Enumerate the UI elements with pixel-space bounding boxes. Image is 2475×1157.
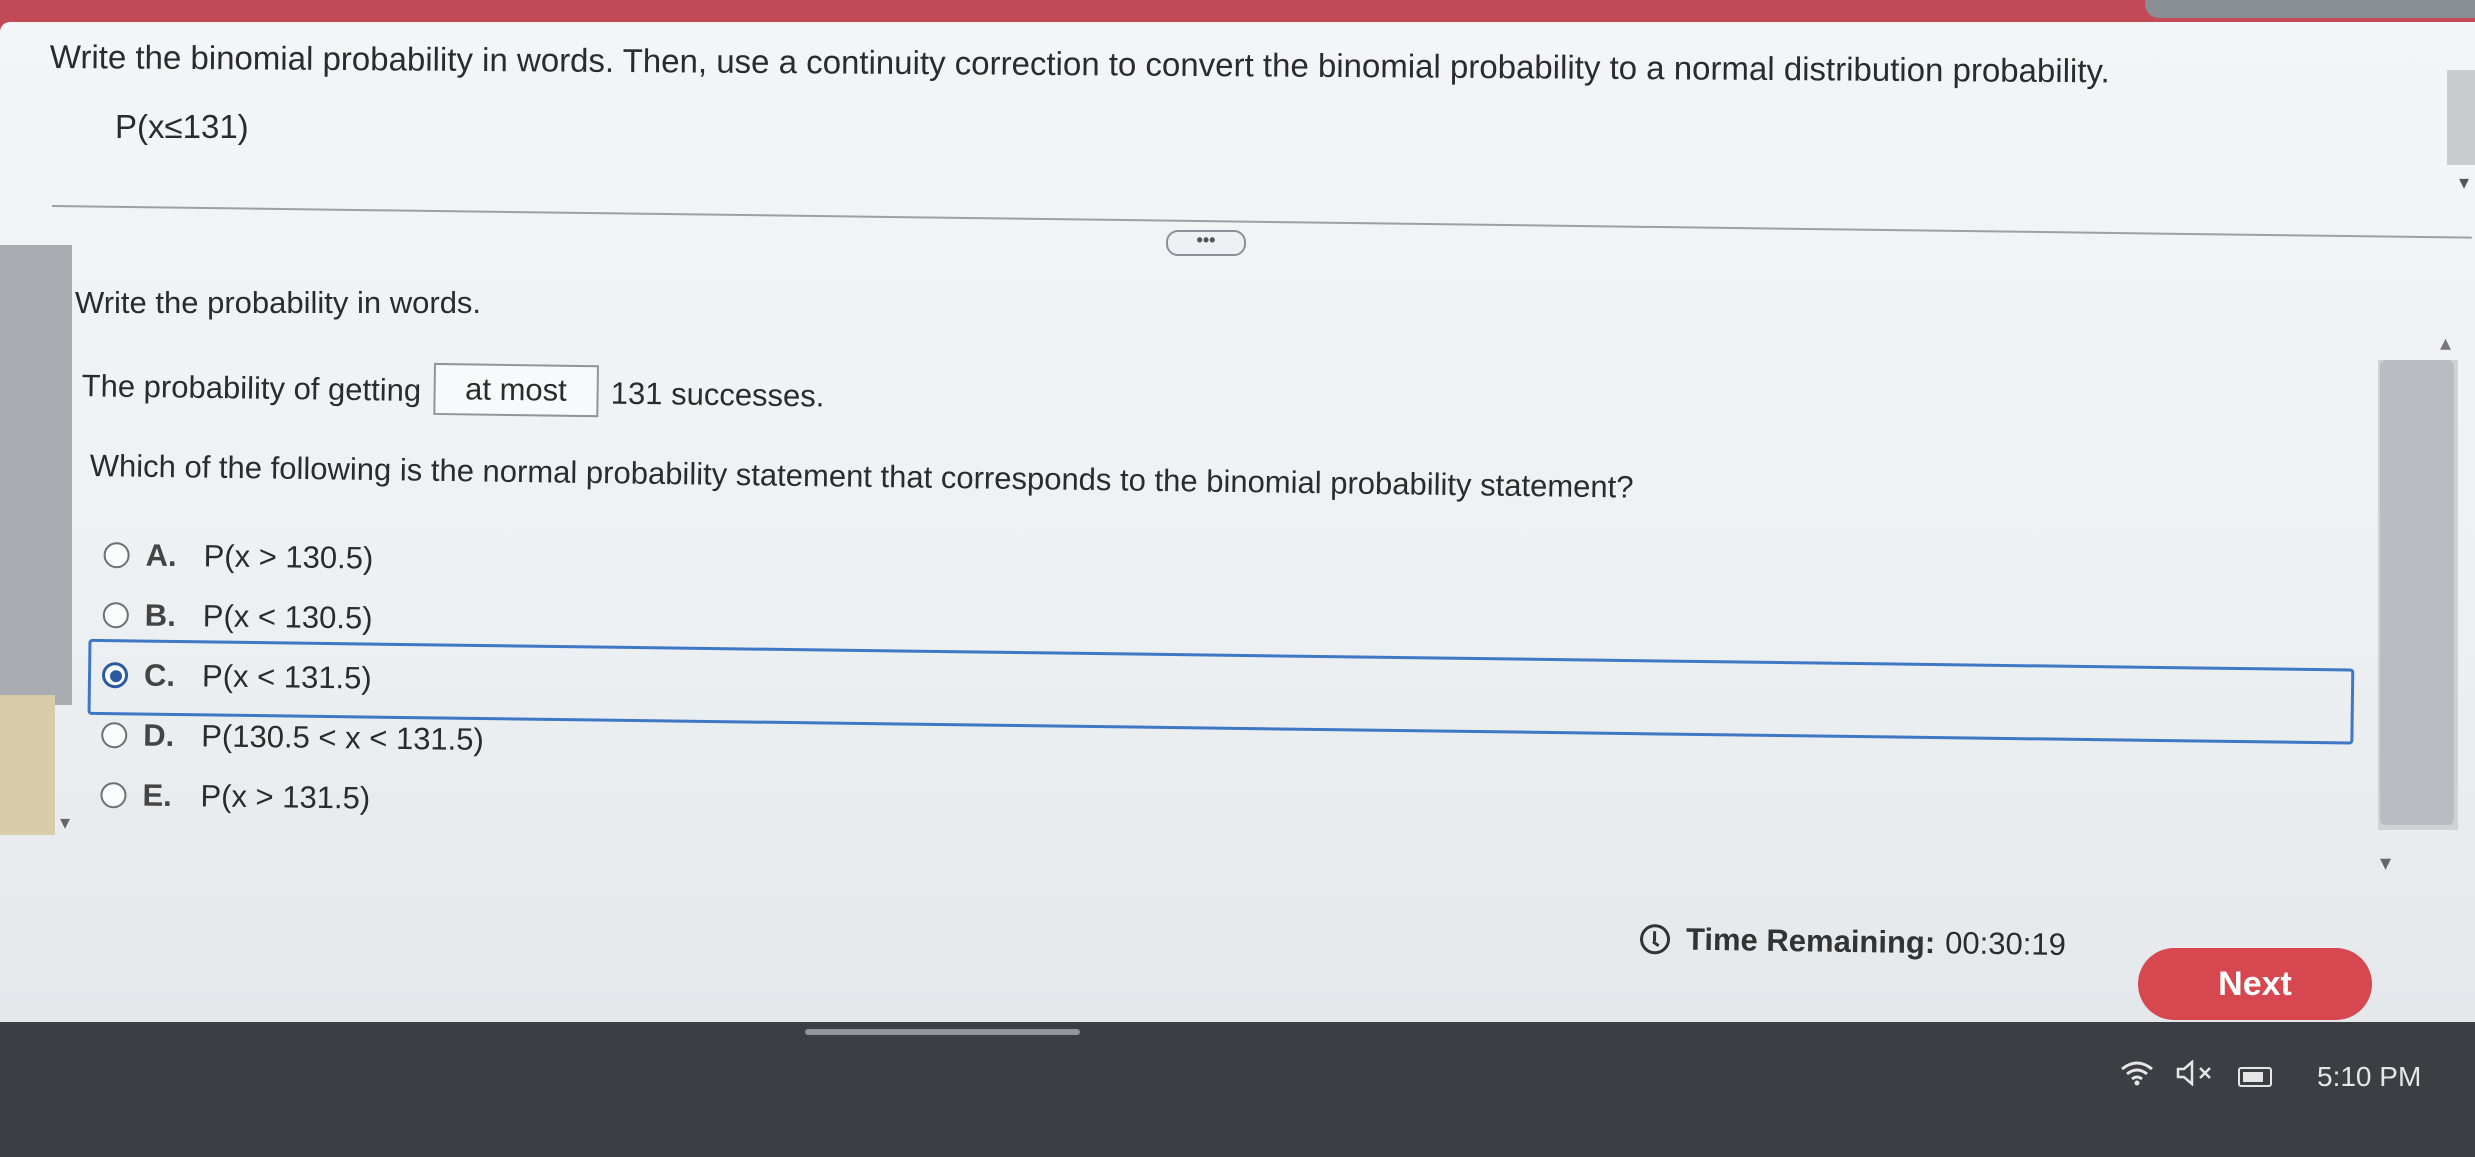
option-text: P(130.5 < x < 131.5) (201, 718, 485, 758)
os-taskbar (0, 1022, 2475, 1157)
system-tray: 5:10 PM (2120, 1059, 2443, 1093)
timer-label: Time Remaining: (1685, 921, 1936, 961)
option-letter: E. (142, 777, 172, 813)
mcq-options: A. P(x > 130.5) B. P(x < 130.5) C. P(x <… (87, 525, 2400, 855)
right-edge-strip (2447, 70, 2475, 165)
words-instruction: Write the probability in words. (75, 285, 482, 320)
expand-button[interactable]: ••• (1166, 230, 1246, 256)
time-remaining: Time Remaining: 00:30:19 (1639, 921, 2067, 963)
radio-icon[interactable] (101, 722, 128, 749)
top-right-cap (2145, 0, 2475, 18)
radio-icon[interactable] (103, 542, 130, 569)
radio-icon[interactable] (100, 782, 127, 809)
option-text: P(x > 130.5) (203, 538, 374, 576)
wifi-icon[interactable] (2120, 1060, 2154, 1093)
clock-icon (1639, 924, 1671, 955)
binomial-expression: P(x≤131) (115, 108, 249, 145)
sentence-suffix: 131 successes. (610, 375, 825, 414)
speaker-muted-icon[interactable] (2176, 1059, 2216, 1093)
answer-dropdown[interactable]: at most (432, 362, 600, 418)
battery-icon[interactable] (2238, 1066, 2272, 1087)
option-text: P(x < 130.5) (202, 598, 373, 636)
left-tab[interactable] (0, 695, 55, 835)
clock-time[interactable]: 5:10 PM (2317, 1061, 2421, 1093)
radio-icon[interactable] (102, 602, 129, 629)
option-letter: A. (145, 537, 177, 574)
option-letter: D. (143, 717, 175, 753)
next-button[interactable]: Next (2138, 948, 2372, 1020)
right-edge-arrow-icon[interactable]: ▾ (2459, 170, 2469, 195)
question-panel (0, 22, 2475, 1022)
option-text: P(x > 131.5) (200, 778, 371, 816)
bottom-scroll-indicator[interactable] (805, 1029, 1080, 1035)
probability-sentence: The probability of getting at most 131 suc… (81, 362, 825, 424)
timer-value: 00:30:19 (1944, 925, 2067, 962)
option-letter: B. (144, 597, 177, 633)
left-scroll-arrow-icon[interactable]: ▾ (60, 810, 70, 835)
scroll-up-icon[interactable]: ▴ (2440, 330, 2451, 356)
left-rail (0, 245, 72, 705)
sentence-prefix: The probability of getting (81, 368, 422, 408)
